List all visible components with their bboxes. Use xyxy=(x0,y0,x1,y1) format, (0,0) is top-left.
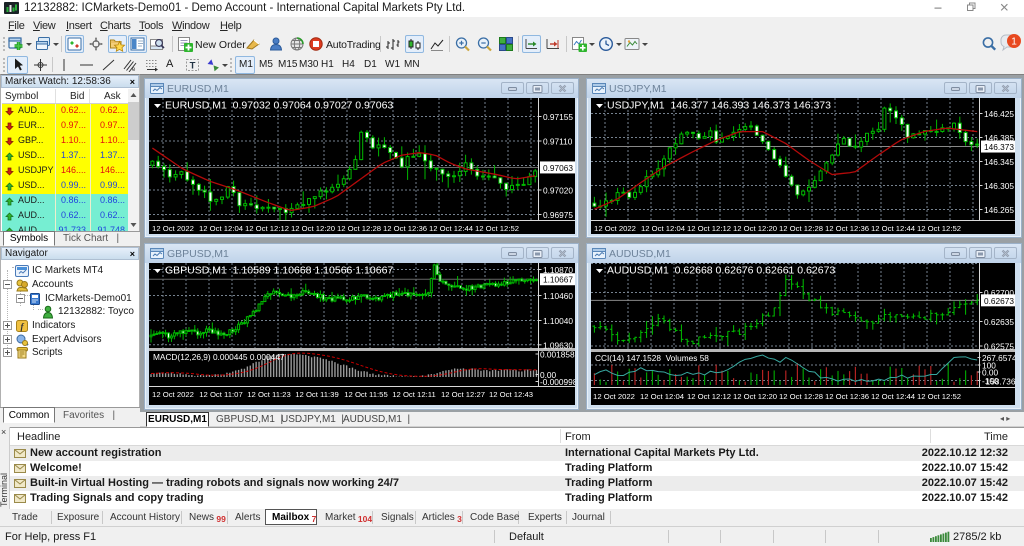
svg-text:0.97063: 0.97063 xyxy=(543,163,573,173)
svg-text:0.001858: 0.001858 xyxy=(540,350,575,360)
svg-text:0.62575: 0.62575 xyxy=(984,342,1014,352)
svg-text:12 Oct 12:20: 12 Oct 12:20 xyxy=(291,224,335,233)
svg-text:12 Oct 12:12: 12 Oct 12:12 xyxy=(687,224,731,233)
svg-text:1.10040: 1.10040 xyxy=(543,316,573,326)
svg-text:12 Oct 12:36: 12 Oct 12:36 xyxy=(383,224,427,233)
svg-text:12 Oct 2022: 12 Oct 2022 xyxy=(593,392,635,401)
svg-text:GBPUSD,M1 1.10589 1.10668 1.1: GBPUSD,M1 1.10589 1.10668 1.10566 1.1066… xyxy=(165,265,393,277)
svg-text:-0.000998: -0.000998 xyxy=(540,377,575,387)
svg-text:12 Oct 12:44: 12 Oct 12:44 xyxy=(429,224,474,233)
svg-text:146.265: 146.265 xyxy=(984,205,1014,215)
svg-text:146.305: 146.305 xyxy=(984,181,1014,191)
svg-text:12 Oct 2022: 12 Oct 2022 xyxy=(594,224,636,233)
svg-text:USDJPY,M1 146.377 146.393 146: USDJPY,M1 146.377 146.393 146.373 146.37… xyxy=(607,100,831,112)
svg-text:e: e xyxy=(132,67,136,72)
svg-text:12 Oct 12:27: 12 Oct 12:27 xyxy=(441,390,485,399)
svg-text:0.62673: 0.62673 xyxy=(984,296,1014,306)
svg-text:1.10667: 1.10667 xyxy=(543,275,573,285)
svg-text:0.62635: 0.62635 xyxy=(984,317,1014,327)
svg-text:1.10460: 1.10460 xyxy=(543,291,573,301)
svg-text:0.97020: 0.97020 xyxy=(543,186,573,196)
svg-text:12 Oct 12:36: 12 Oct 12:36 xyxy=(825,392,869,401)
svg-text:12 Oct 12:04: 12 Oct 12:04 xyxy=(640,392,685,401)
svg-text:12 Oct 12:44: 12 Oct 12:44 xyxy=(871,392,916,401)
svg-text:12 Oct 12:52: 12 Oct 12:52 xyxy=(475,224,519,233)
svg-text:12 Oct 11:39: 12 Oct 11:39 xyxy=(295,390,338,399)
svg-text:0.97155: 0.97155 xyxy=(543,112,573,122)
svg-text:12 Oct 2022: 12 Oct 2022 xyxy=(152,224,194,233)
svg-text:12 Oct 12:04: 12 Oct 12:04 xyxy=(641,224,686,233)
svg-text:12 Oct 12:36: 12 Oct 12:36 xyxy=(825,224,869,233)
svg-text:12 Oct 12:12: 12 Oct 12:12 xyxy=(687,392,731,401)
svg-text:12 Oct 12:12: 12 Oct 12:12 xyxy=(245,224,289,233)
svg-text:EURUSD,M1 0.97032 0.97064 0.9: EURUSD,M1 0.97032 0.97064 0.97027 0.9706… xyxy=(165,100,393,112)
svg-text:12 Oct 12:28: 12 Oct 12:28 xyxy=(779,392,823,401)
svg-text:T: T xyxy=(190,61,196,72)
svg-text:146.425: 146.425 xyxy=(984,109,1014,119)
svg-text:12 Oct 12:04: 12 Oct 12:04 xyxy=(199,224,244,233)
svg-text:12 Oct 12:20: 12 Oct 12:20 xyxy=(733,392,777,401)
svg-text:12 Oct 12:52: 12 Oct 12:52 xyxy=(917,224,961,233)
svg-text:1: 1 xyxy=(1011,37,1017,48)
svg-text:12 Oct 12:20: 12 Oct 12:20 xyxy=(733,224,777,233)
svg-text:12 Oct 11:55: 12 Oct 11:55 xyxy=(344,390,387,399)
svg-text:146.345: 146.345 xyxy=(984,157,1014,167)
svg-text:158.7364: 158.7364 xyxy=(986,377,1016,387)
svg-text:CCI(14) 147.1528 Volumes 58: CCI(14) 147.1528 Volumes 58 xyxy=(595,353,709,363)
svg-text:0.97110: 0.97110 xyxy=(543,137,573,147)
svg-text:12 Oct 12:43: 12 Oct 12:43 xyxy=(489,390,533,399)
svg-text:12 Oct 11:07: 12 Oct 11:07 xyxy=(199,390,242,399)
svg-text:MACD(12,26,9) 0.000445 0.00044: MACD(12,26,9) 0.000445 0.000447 xyxy=(153,352,285,362)
svg-text:AUDUSD,M1 0.62668 0.62676 0.6: AUDUSD,M1 0.62668 0.62676 0.62661 0.6267… xyxy=(607,265,835,277)
svg-text:12 Oct 12:11: 12 Oct 12:11 xyxy=(392,390,435,399)
svg-text:146.373: 146.373 xyxy=(984,142,1014,152)
svg-text:0.96975: 0.96975 xyxy=(543,210,573,220)
svg-text:12 Oct 12:52: 12 Oct 12:52 xyxy=(917,392,961,401)
svg-text:12 Oct 2022: 12 Oct 2022 xyxy=(152,390,194,399)
svg-text:12 Oct 11:23: 12 Oct 11:23 xyxy=(247,390,290,399)
svg-text:12 Oct 12:28: 12 Oct 12:28 xyxy=(337,224,381,233)
svg-text:12 Oct 12:28: 12 Oct 12:28 xyxy=(779,224,823,233)
svg-text:12 Oct 12:44: 12 Oct 12:44 xyxy=(871,224,916,233)
